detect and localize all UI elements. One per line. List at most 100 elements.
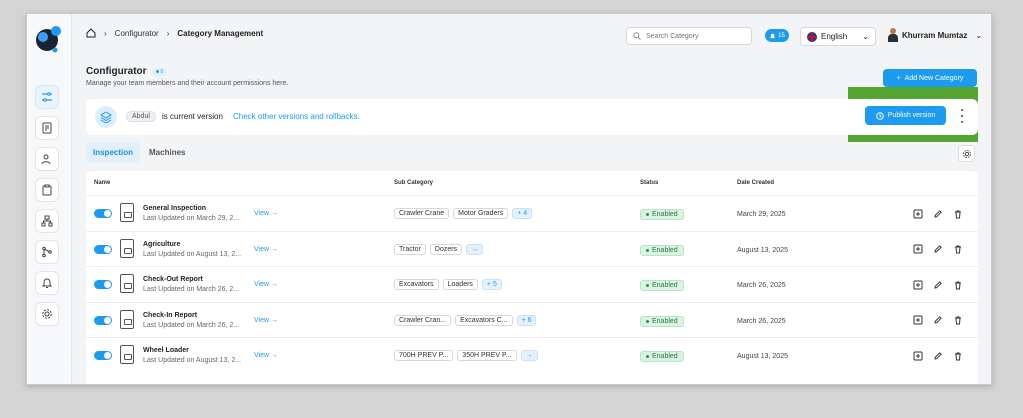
column-name: Name	[94, 180, 111, 186]
count-badge: 5	[151, 67, 168, 76]
hierarchy-icon	[41, 215, 53, 227]
trash-button[interactable]	[952, 244, 963, 255]
notifications-button[interactable]: 15	[765, 29, 789, 42]
sidebar-item-configurator[interactable]	[35, 85, 59, 109]
search-box[interactable]	[626, 27, 752, 45]
tab-machines[interactable]: Machines	[142, 142, 192, 163]
chevron-right-icon: ›	[166, 28, 170, 38]
view-link[interactable]: View →	[254, 317, 278, 324]
version-tag: Abdul	[126, 111, 156, 122]
current-version-text: is current version	[162, 112, 223, 121]
add-icon	[913, 351, 922, 360]
row-date: March 26, 2025	[737, 282, 786, 289]
edit-button[interactable]	[932, 244, 943, 255]
enable-toggle[interactable]	[94, 315, 112, 325]
trash-icon	[954, 210, 961, 218]
add-button[interactable]	[912, 208, 923, 219]
status-badge: Enabled	[640, 244, 684, 256]
table-row: Wheel Loader Last Updated on August 13, 2…	[86, 337, 978, 372]
table-row: Agriculture Last Updated on August 13, 2.…	[86, 230, 978, 266]
versions-link[interactable]: Check other versions and rollbacks.	[233, 112, 360, 121]
add-icon	[913, 280, 922, 289]
add-button[interactable]	[912, 244, 923, 255]
sidebar-item-checklist[interactable]	[35, 178, 59, 202]
breadcrumb-configurator[interactable]: Configurator	[115, 29, 159, 38]
trash-button[interactable]	[952, 279, 963, 290]
search-icon	[633, 32, 641, 40]
search-input[interactable]	[646, 32, 746, 40]
column-sub-category: Sub Category	[394, 180, 434, 186]
enable-toggle[interactable]	[94, 351, 112, 360]
sliders-icon	[42, 92, 52, 102]
version-bar: Abdul is current version Check other ver…	[86, 99, 978, 135]
clipboard-icon	[42, 184, 52, 196]
bell-icon	[770, 33, 776, 39]
tab-inspection[interactable]: Inspection	[86, 142, 141, 163]
trash-icon	[954, 316, 961, 325]
view-link[interactable]: View →	[254, 246, 278, 253]
trash-button[interactable]	[952, 315, 963, 326]
sidebar	[27, 14, 72, 384]
add-button[interactable]	[912, 315, 923, 326]
sub-category-list: Crawler Cran... Excavators C... + 6	[394, 314, 537, 326]
sidebar-item-alerts[interactable]	[35, 271, 59, 295]
sub-category-chip: 350H PREV P...	[457, 350, 517, 361]
gear-icon	[962, 149, 971, 158]
more-options-icon[interactable]	[958, 109, 966, 123]
row-name: Wheel Loader	[143, 347, 189, 354]
view-link[interactable]: View →	[254, 210, 278, 217]
table-header: Name Sub Category Status Date Created	[86, 171, 978, 195]
add-category-button[interactable]: + Add New Category	[883, 69, 977, 87]
add-icon	[913, 244, 922, 254]
more-sub-categories-chip[interactable]: + 6	[516, 314, 537, 326]
arrow-right-icon: →	[271, 281, 278, 288]
page-subtitle: Manage your team members and their accou…	[86, 80, 289, 87]
edit-button[interactable]	[932, 208, 943, 219]
enable-toggle[interactable]	[94, 280, 112, 289]
sidebar-item-reports[interactable]	[35, 116, 59, 140]
sidebar-item-workflow[interactable]	[35, 240, 59, 264]
user-menu[interactable]: Khurram Mumtaz ⌄	[888, 28, 982, 42]
view-link[interactable]: View →	[254, 352, 278, 359]
alarm-icon	[41, 278, 53, 288]
chevron-down-icon: ⌄	[862, 32, 869, 41]
sidebar-item-users[interactable]	[35, 147, 59, 171]
more-sub-categories-chip[interactable]: →	[466, 243, 484, 255]
add-button[interactable]	[912, 350, 923, 361]
add-category-label: Add New Category	[904, 74, 964, 82]
more-sub-categories-chip[interactable]: + 5	[481, 279, 502, 290]
home-icon[interactable]	[86, 28, 96, 38]
edit-button[interactable]	[932, 315, 943, 326]
edit-button[interactable]	[932, 350, 943, 361]
arrow-right-icon: →	[271, 210, 278, 217]
breadcrumb: › Configurator › Category Management	[86, 28, 263, 38]
sub-category-list: Excavators Loaders + 5	[394, 279, 502, 290]
arrow-right-icon: →	[271, 316, 278, 324]
trash-icon	[954, 281, 961, 289]
enable-toggle[interactable]	[94, 209, 112, 218]
trash-icon	[954, 245, 961, 254]
trash-button[interactable]	[952, 350, 963, 361]
sub-category-chip: Tractor	[394, 243, 426, 255]
more-sub-categories-chip[interactable]: + 4	[512, 208, 533, 219]
row-actions	[912, 350, 963, 361]
document-icon	[120, 203, 134, 222]
tab-bar: Inspection Machines	[86, 142, 192, 163]
sub-category-chip: Excavators	[394, 279, 439, 290]
edit-icon	[933, 351, 942, 360]
add-button[interactable]	[912, 279, 923, 290]
publish-version-button[interactable]: Publish version	[865, 106, 946, 125]
language-select[interactable]: English ⌄	[800, 27, 876, 46]
more-sub-categories-chip[interactable]: →	[520, 350, 538, 361]
branch-icon	[42, 246, 52, 258]
edit-button[interactable]	[932, 279, 943, 290]
flag-icon	[807, 31, 817, 42]
trash-button[interactable]	[952, 208, 963, 219]
sidebar-item-hierarchy[interactable]	[35, 209, 59, 233]
gear-icon	[42, 309, 52, 319]
view-link[interactable]: View →	[254, 281, 278, 288]
enable-toggle[interactable]	[94, 244, 112, 254]
row-date: March 29, 2025	[737, 211, 786, 218]
table-settings-button[interactable]	[958, 145, 975, 162]
sidebar-item-settings[interactable]	[35, 302, 59, 326]
